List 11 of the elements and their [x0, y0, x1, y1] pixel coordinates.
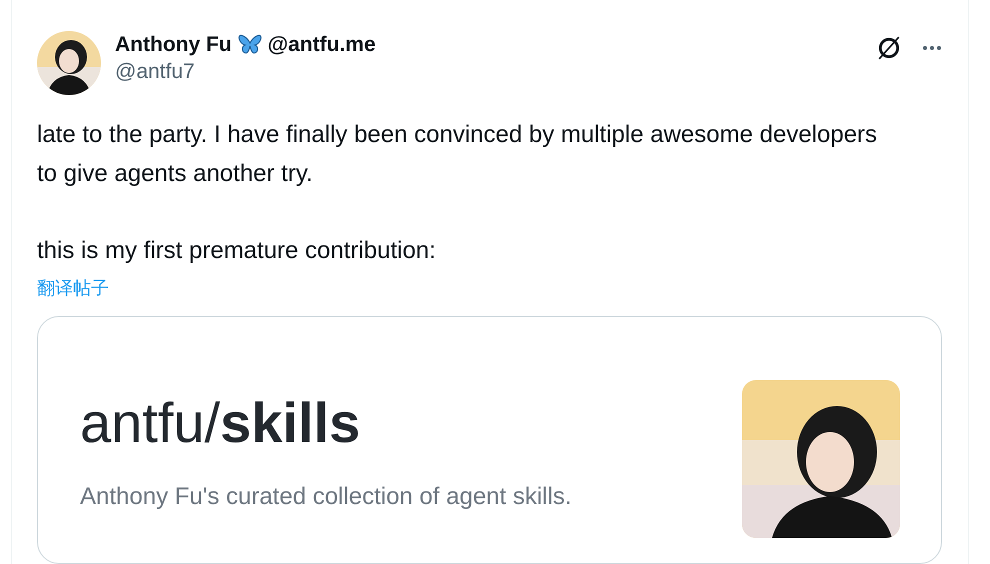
link-card[interactable]: antfu/skills Anthony Fu's curated collection of agent skills.: [37, 316, 942, 564]
card-description: Anthony Fu's curated collection of agent skills.: [80, 483, 573, 511]
post-text: this is my first premature contribution:: [37, 236, 437, 266]
slashed-circle-icon[interactable]: [876, 35, 902, 61]
author-name[interactable]: Anthony Fu: [115, 33, 232, 57]
author-handle[interactable]: @antfu7: [115, 60, 376, 84]
more-icon[interactable]: [922, 45, 942, 51]
butterfly-icon: [238, 34, 262, 56]
post-text: late to the party. I have finally been convinced by multiple awesome developers to give agents another try.: [37, 120, 878, 189]
site-handle[interactable]: @antfu.me: [268, 33, 376, 57]
card-title: antfu/skills: [80, 390, 362, 455]
